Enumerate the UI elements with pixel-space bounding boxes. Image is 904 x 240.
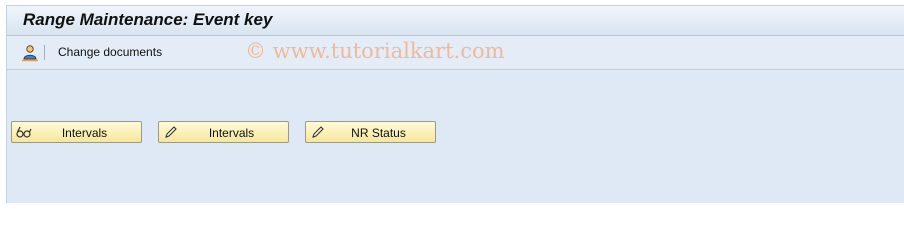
pencil-icon	[310, 125, 326, 139]
button-label: Intervals	[61, 126, 108, 140]
button-label: NR Status	[351, 126, 406, 140]
intervals-display-button[interactable]: Intervals	[11, 121, 142, 143]
nr-status-button[interactable]: NR Status	[305, 121, 436, 143]
application-toolbar: Change documents © www.tutorialkart.com	[7, 36, 904, 70]
glasses-icon	[16, 125, 32, 139]
intervals-change-button[interactable]: Intervals	[158, 121, 289, 143]
sap-screen: Range Maintenance: Event key Change docu…	[6, 5, 904, 203]
toolbar-separator	[44, 45, 45, 60]
change-documents-button[interactable]: Change documents	[58, 45, 162, 59]
page-title: Range Maintenance: Event key	[23, 10, 273, 29]
pencil-icon	[163, 125, 179, 139]
change-documents-icon[interactable]	[21, 44, 39, 62]
title-bar: Range Maintenance: Event key	[7, 6, 904, 36]
button-label: Intervals	[208, 126, 255, 140]
watermark: © www.tutorialkart.com	[245, 39, 505, 63]
